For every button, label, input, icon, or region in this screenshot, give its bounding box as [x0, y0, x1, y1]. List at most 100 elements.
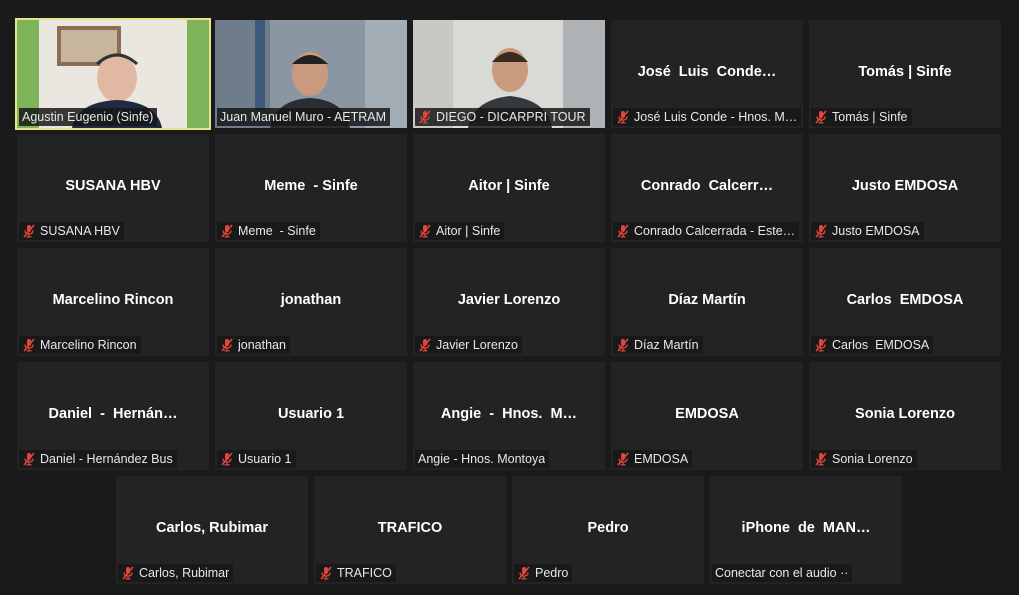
mic-muted-icon: [23, 338, 35, 352]
participant-name-label: jonathan: [217, 336, 290, 354]
participant-display-name: TRAFICO: [377, 520, 443, 536]
participant-name-label: SUSANA HBV: [19, 222, 124, 240]
participant-name-label: Pedro: [514, 564, 573, 582]
mic-muted-icon: [617, 110, 629, 124]
mic-muted-icon: [815, 452, 827, 466]
participant-label-text: Sonia Lorenzo: [832, 452, 913, 466]
participant-tile[interactable]: Agustin Eugenio (Sinfe): [15, 18, 211, 130]
participant-label-text: Marcelino Rincon: [40, 338, 137, 352]
participant-tile[interactable]: SUSANA HBV SUSANA HBV: [17, 134, 209, 242]
participant-tile[interactable]: Usuario 1 Usuario 1: [215, 362, 407, 470]
participant-name-label: José Luis Conde - Hnos. M…: [613, 108, 802, 126]
participant-display-name: José Luis Conde…: [637, 64, 777, 80]
participant-display-name: SUSANA HBV: [65, 178, 161, 194]
participant-name-label: Conrado Calcerrada - Este…: [613, 222, 800, 240]
mic-muted-icon: [221, 338, 233, 352]
participant-display-name: Carlos EMDOSA: [846, 292, 964, 308]
mic-muted-icon: [221, 224, 233, 238]
mic-muted-icon: [617, 224, 629, 238]
participant-name-label: Angie - Hnos. Montoya: [415, 450, 550, 468]
participant-label-text: Daniel - Hernández Bus: [40, 452, 173, 466]
participant-label-text: Agustin Eugenio (Sinfe): [22, 110, 154, 124]
participant-display-name: Marcelino Rincon: [52, 292, 174, 308]
mic-muted-icon: [23, 452, 35, 466]
participant-display-name: Conrado Calcerr…: [640, 178, 774, 194]
mic-muted-icon: [419, 338, 431, 352]
participant-display-name: Tomás | Sinfe: [858, 64, 952, 80]
participant-tile[interactable]: Sonia Lorenzo Sonia Lorenzo: [809, 362, 1001, 470]
participant-tile[interactable]: Angie - Hnos. M… Angie - Hnos. Montoya: [413, 362, 605, 470]
participant-tile[interactable]: Justo EMDOSA Justo EMDOSA: [809, 134, 1001, 242]
participant-label-text: jonathan: [238, 338, 286, 352]
participant-tile[interactable]: Aitor | Sinfe Aitor | Sinfe: [413, 134, 605, 242]
participant-display-name: Meme - Sinfe: [264, 178, 358, 194]
participant-display-name: Angie - Hnos. M…: [440, 406, 578, 422]
participant-name-label: Javier Lorenzo: [415, 336, 522, 354]
participant-tile[interactable]: Carlos EMDOSA Carlos EMDOSA: [809, 248, 1001, 356]
participant-label-text: SUSANA HBV: [40, 224, 120, 238]
gallery-view: Agustin Eugenio (Sinfe) Juan Manuel Muro …: [0, 0, 1019, 595]
participant-name-label: Juan Manuel Muro - AETRAM: [217, 108, 391, 126]
participant-tile[interactable]: TRAFICO TRAFICO: [314, 476, 506, 584]
participant-label-text: Tomás | Sinfe: [832, 110, 908, 124]
mic-muted-icon: [815, 224, 827, 238]
participant-tile[interactable]: Juan Manuel Muro - AETRAM: [215, 20, 407, 128]
participant-tile[interactable]: jonathan jonathan: [215, 248, 407, 356]
mic-muted-icon: [815, 110, 827, 124]
participant-name-label: Daniel - Hernández Bus: [19, 450, 177, 468]
participant-name-label: Carlos EMDOSA: [811, 336, 934, 354]
participant-display-name: jonathan: [280, 292, 342, 308]
participant-label-text: Conectar con el audio ··: [715, 566, 849, 580]
participant-label-text: Usuario 1: [238, 452, 292, 466]
mic-muted-icon: [320, 566, 332, 580]
participant-name-label: DIEGO - DICARPRI TOUR: [415, 108, 590, 126]
participant-display-name: Justo EMDOSA: [851, 178, 959, 194]
participant-display-name: Aitor | Sinfe: [468, 178, 550, 194]
participant-display-name: Pedro: [587, 520, 629, 536]
participant-label-text: Carlos, Rubimar: [139, 566, 230, 580]
mic-muted-icon: [617, 338, 629, 352]
participant-label-text: Justo EMDOSA: [832, 224, 920, 238]
participant-display-name: iPhone de MAN…: [741, 520, 871, 536]
participant-display-name: Daniel - Hernán…: [48, 406, 178, 422]
participant-tile[interactable]: Marcelino Rincon Marcelino Rincon: [17, 248, 209, 356]
participant-tile[interactable]: DIEGO - DICARPRI TOUR: [413, 20, 605, 128]
mic-muted-icon: [518, 566, 530, 580]
participant-label-text: Díaz Martín: [634, 338, 699, 352]
participant-name-label: Tomás | Sinfe: [811, 108, 912, 126]
participant-display-name: Usuario 1: [277, 406, 345, 422]
participant-display-name: Carlos, Rubimar: [156, 520, 268, 536]
participant-tile[interactable]: iPhone de MAN… Conectar con el audio ··: [710, 476, 902, 584]
participant-label-text: Conrado Calcerrada - Este…: [634, 224, 796, 238]
participant-name-label: Carlos, Rubimar: [118, 564, 234, 582]
participant-label-text: Pedro: [535, 566, 569, 580]
participant-name-label: Aitor | Sinfe: [415, 222, 505, 240]
participant-name-label: TRAFICO: [316, 564, 396, 582]
participant-name-label: Díaz Martín: [613, 336, 703, 354]
participant-tile[interactable]: Meme - Sinfe Meme - Sinfe: [215, 134, 407, 242]
participant-display-name: Díaz Martín: [668, 292, 746, 308]
participant-label-text: Carlos EMDOSA: [832, 338, 930, 352]
participant-tile[interactable]: José Luis Conde… José Luis Conde - Hnos. …: [611, 20, 803, 128]
mic-muted-icon: [419, 110, 431, 124]
participant-label-text: Meme - Sinfe: [238, 224, 316, 238]
participant-tile[interactable]: Díaz Martín Díaz Martín: [611, 248, 803, 356]
participant-name-label: Usuario 1: [217, 450, 296, 468]
participant-label-text: José Luis Conde - Hnos. M…: [634, 110, 798, 124]
participant-label-text: Javier Lorenzo: [436, 338, 518, 352]
participant-label-text: DIEGO - DICARPRI TOUR: [436, 110, 586, 124]
mic-muted-icon: [815, 338, 827, 352]
participant-label-text: EMDOSA: [634, 452, 689, 466]
participant-tile[interactable]: EMDOSA EMDOSA: [611, 362, 803, 470]
participant-tile[interactable]: Conrado Calcerr… Conrado Calcerrada - Est…: [611, 134, 803, 242]
participant-name-label: EMDOSA: [613, 450, 693, 468]
participant-tile[interactable]: Pedro Pedro: [512, 476, 704, 584]
participant-display-name: EMDOSA: [675, 406, 739, 422]
participant-tile[interactable]: Carlos, Rubimar Carlos, Rubimar: [116, 476, 308, 584]
participant-tile[interactable]: Javier Lorenzo Javier Lorenzo: [413, 248, 605, 356]
participant-name-label: Agustin Eugenio (Sinfe): [19, 108, 158, 126]
participant-tile[interactable]: Daniel - Hernán… Daniel - Hernández Bus: [17, 362, 209, 470]
participant-label-text: Juan Manuel Muro - AETRAM: [220, 110, 387, 124]
participant-tile[interactable]: Tomás | Sinfe Tomás | Sinfe: [809, 20, 1001, 128]
participant-name-label: Conectar con el audio ··: [712, 564, 853, 582]
